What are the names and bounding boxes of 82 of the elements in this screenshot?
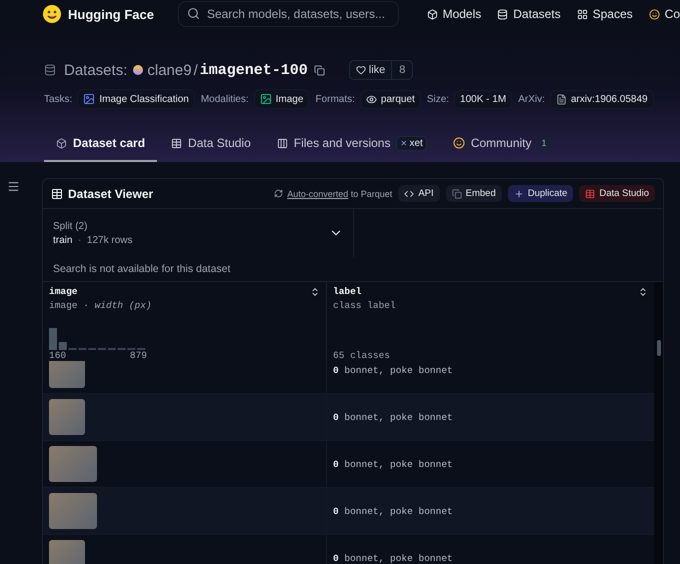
- photo-placeholder: [49, 446, 97, 482]
- tag-key: Formats:: [315, 94, 355, 104]
- sort-icon[interactable]: [310, 286, 320, 296]
- table-icon: [171, 138, 182, 148]
- action-button[interactable]: Embed: [446, 185, 502, 202]
- smiley-icon: [648, 8, 660, 20]
- brand-logo[interactable]: Hugging Face: [42, 4, 154, 24]
- tag-key: ArXiv:: [518, 94, 545, 104]
- menu-icon[interactable]: [7, 180, 20, 193]
- label-cell: 0 bonnet, poke bonnet: [333, 412, 453, 422]
- tab[interactable]: Data Studio: [159, 126, 263, 162]
- column-type: image · width (px): [49, 300, 153, 311]
- search-field[interactable]: Search models, datasets, users...: [178, 1, 399, 27]
- photo-placeholder: [49, 361, 85, 388]
- document-icon: [556, 94, 567, 104]
- like-button[interactable]: like 8: [348, 60, 414, 80]
- database-icon: [497, 8, 508, 20]
- class-count: 65 classes: [333, 350, 392, 361]
- image-icon: [260, 93, 272, 105]
- scrollbar[interactable]: [654, 282, 663, 564]
- smiley-icon: [452, 137, 465, 149]
- nav-link[interactable]: Models: [426, 7, 482, 21]
- action-button[interactable]: Duplicate: [508, 185, 574, 202]
- viewer-title: Dataset Viewer: [68, 186, 154, 200]
- conversion-link[interactable]: Auto-converted: [287, 188, 348, 198]
- column-header: image: [49, 286, 78, 297]
- path-separator: /: [194, 62, 198, 78]
- columns-icon: [276, 138, 288, 148]
- tag-chip[interactable]: parquet: [360, 90, 421, 108]
- smiley-logo-icon: [42, 4, 62, 24]
- column-type: class label: [333, 300, 397, 311]
- repo-type-label: Datasets:: [64, 62, 128, 78]
- nav-link[interactable]: Datasets: [497, 7, 561, 21]
- avatar-icon: [133, 65, 144, 75]
- image-icon: [83, 93, 96, 105]
- tag-chip[interactable]: Image: [254, 89, 310, 109]
- xet-badge: ✕ xet: [396, 136, 427, 150]
- code-icon: [404, 188, 414, 198]
- repo-name: imagenet-100: [200, 62, 308, 78]
- label-cell: 0 bonnet, poke bonnet: [333, 552, 453, 564]
- search-note: Search is not available for this dataset: [52, 262, 232, 277]
- copy-icon[interactable]: [314, 64, 325, 76]
- tab[interactable]: Community 1: [440, 126, 563, 162]
- tag-key: Modalities:: [200, 94, 249, 104]
- search-icon: [186, 7, 200, 20]
- label-cell: 0 bonnet, poke bonnet: [333, 458, 453, 470]
- cube-icon: [426, 8, 438, 20]
- count-badge: 1: [538, 137, 551, 149]
- tag-chip[interactable]: arxiv:1906.05849: [550, 90, 654, 108]
- tag-key: Size:: [426, 94, 450, 104]
- plus-icon: [514, 188, 524, 198]
- like-count: 8: [391, 61, 412, 79]
- eye-icon: [366, 94, 377, 104]
- owner-link[interactable]: clane9: [133, 62, 192, 78]
- split-select[interactable]: Split (2) train · 127k rows: [43, 209, 354, 257]
- heart-icon: [356, 65, 366, 75]
- tag-chip[interactable]: Image Classification: [77, 89, 195, 109]
- grid-icon: [576, 8, 588, 20]
- photo-placeholder: [49, 493, 97, 529]
- sort-icon[interactable]: [638, 286, 648, 296]
- column-header: label: [333, 286, 362, 297]
- label-cell: 0 bonnet, poke bonnet: [333, 364, 453, 376]
- refresh-icon: [274, 189, 284, 198]
- nav-link[interactable]: Co: [648, 7, 680, 21]
- table-icon: [585, 188, 596, 198]
- nav-link[interactable]: Spaces: [576, 7, 633, 21]
- tag-key: Tasks:: [44, 94, 72, 104]
- tab[interactable]: Files and versions ✕ xet: [264, 126, 439, 162]
- tag-chip[interactable]: 100K - 1M: [454, 90, 512, 108]
- cube-icon: [56, 138, 67, 148]
- brand-name: Hugging Face: [68, 6, 154, 22]
- label-cell: 0 bonnet, poke bonnet: [333, 506, 453, 516]
- conversion-note: Auto-converted to Parquet: [287, 188, 392, 198]
- action-button[interactable]: API: [398, 185, 440, 202]
- action-button[interactable]: Data Studio: [579, 185, 655, 202]
- table-icon: [51, 188, 63, 200]
- range-min: 160: [49, 350, 66, 361]
- photo-placeholder: [49, 399, 85, 435]
- database-icon: [44, 64, 56, 76]
- copy-icon: [452, 188, 462, 198]
- tab[interactable]: Dataset card: [44, 126, 158, 162]
- range-max: 879: [130, 350, 147, 361]
